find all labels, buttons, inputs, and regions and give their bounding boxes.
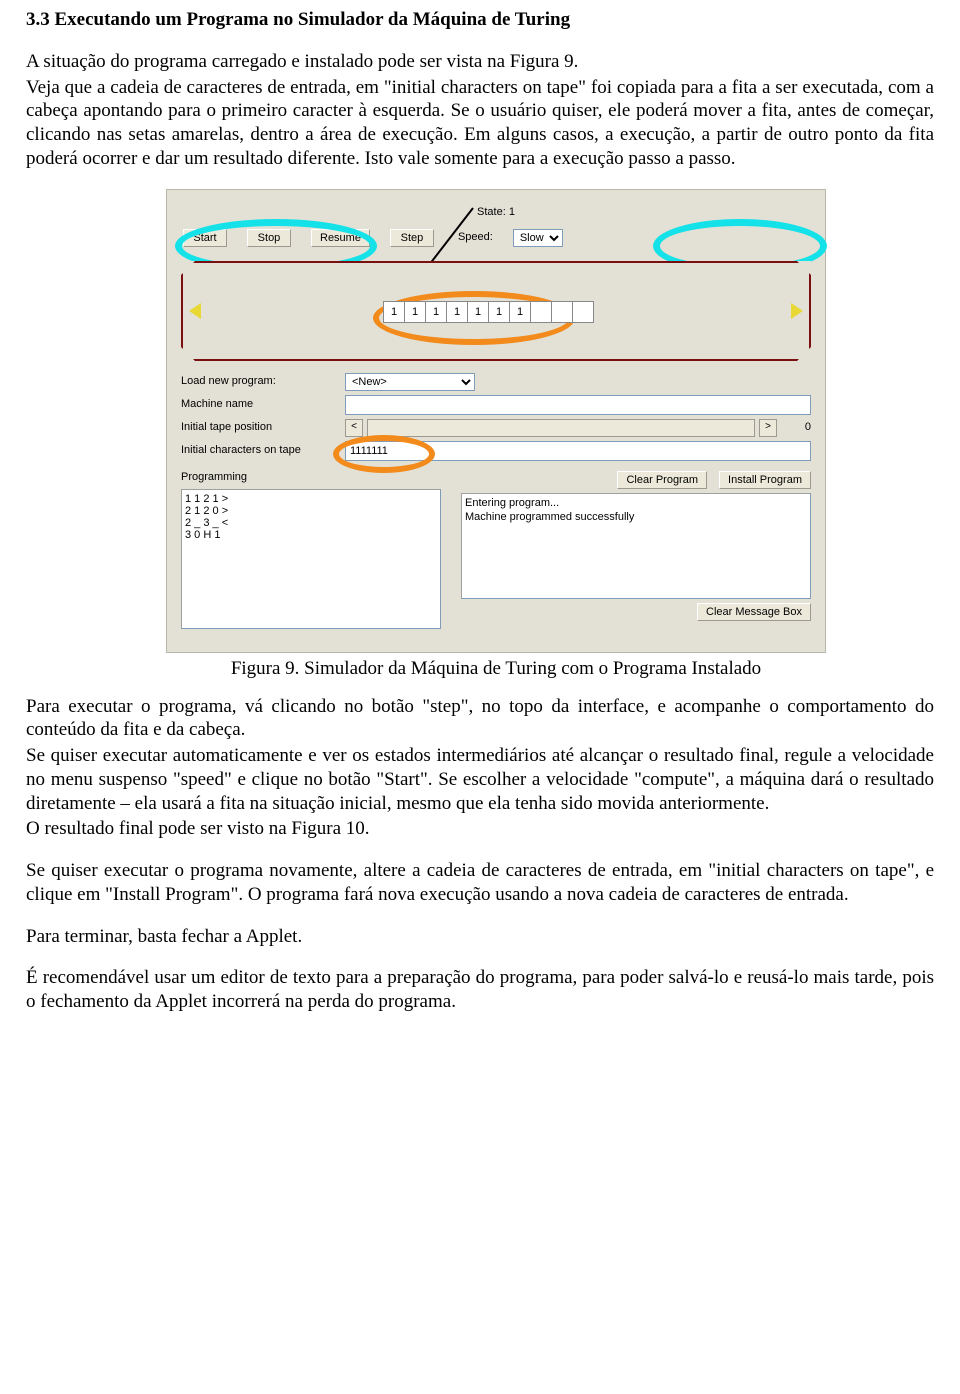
programming-textarea[interactable] [181,489,441,629]
clear-message-box-button[interactable]: Clear Message Box [697,603,811,621]
state-value: 1 [509,206,515,218]
tape-right-arrow-icon[interactable] [791,303,803,319]
scroll-right-button[interactable]: > [759,419,777,437]
initial-position-scrollbar[interactable] [367,419,755,437]
tape-area: 1 1 1 1 1 1 1 [181,261,811,361]
message-box: Entering program... Machine programmed s… [461,493,811,599]
scroll-left-button[interactable]: < [345,419,363,437]
initial-position-label: Initial tape position [181,421,341,435]
tape-left-arrow-icon[interactable] [189,303,201,319]
tape-cell: 1 [425,301,446,323]
paragraph-2: Veja que a cadeia de caracteres de entra… [26,76,934,171]
clear-program-button[interactable]: Clear Program [617,471,707,489]
toolbar: Start Stop Resume Step Speed: Slow [181,225,811,255]
paragraph-5: O resultado final pode ser visto na Figu… [26,817,934,841]
load-program-row: Load new program: <New> [181,373,811,391]
initial-chars-label: Initial characters on tape [181,444,341,458]
tape-cell [572,301,594,323]
step-button[interactable]: Step [390,229,434,247]
speed-select[interactable]: Slow [513,229,563,247]
resume-button[interactable]: Resume [311,229,370,247]
state-label: State: [477,206,506,218]
figure-9: State: 1 Start Stop Resume Step Speed: S… [166,189,826,681]
install-program-button[interactable]: Install Program [719,471,811,489]
lower-row: Programming Clear Program Install Progra… [181,471,811,634]
paragraph-1: A situação do programa carregado e insta… [26,50,934,74]
tape-cell: 1 [404,301,425,323]
tape-cell [551,301,572,323]
tape-cell [530,301,551,323]
turing-applet: State: 1 Start Stop Resume Step Speed: S… [166,189,826,653]
figure-caption: Figura 9. Simulador da Máquina de Turing… [166,657,826,681]
stop-button[interactable]: Stop [247,229,291,247]
initial-chars-row: Initial characters on tape [181,441,811,461]
programming-label: Programming [181,471,247,485]
initial-chars-input[interactable] [345,441,811,461]
machine-name-label: Machine name [181,398,341,412]
tape-cell: 1 [446,301,467,323]
programming-column: Programming [181,471,441,634]
initial-position-value: 0 [781,421,811,435]
paragraph-7: Para terminar, basta fechar a Applet. [26,925,934,949]
paragraph-6: Se quiser executar o programa novamente,… [26,859,934,907]
paragraph-4: Se quiser executar automaticamente e ver… [26,744,934,815]
machine-name-row: Machine name [181,395,811,415]
start-button[interactable]: Start [183,229,227,247]
load-program-select[interactable]: <New> [345,373,475,391]
tape-cell: 1 [488,301,509,323]
tape-cell: 1 [383,301,404,323]
paragraph-8: É recomendável usar um editor de texto p… [26,966,934,1014]
tape-strip: 1 1 1 1 1 1 1 [383,301,594,323]
load-program-label: Load new program: [181,375,341,389]
tape-cell: 1 [509,301,530,323]
section-title: 3.3 Executando um Programa no Simulador … [26,8,934,32]
machine-name-input[interactable] [345,395,811,415]
initial-position-row: Initial tape position < > 0 [181,419,811,437]
tape-cell: 1 [467,301,488,323]
state-line: State: 1 [181,206,811,220]
speed-label: Speed: [458,231,493,245]
messages-column: Clear Program Install Program Entering p… [461,471,811,634]
paragraph-3: Para executar o programa, vá clicando no… [26,695,934,743]
